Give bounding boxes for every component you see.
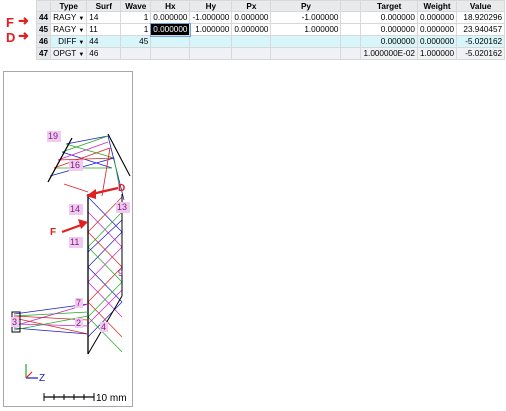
weight-cell[interactable]: 0.000000: [416, 35, 458, 48]
merit-table: Type Surf Wave Hx Hy Px Py Target Weight…: [35, 0, 506, 60]
surf-cell[interactable]: 44: [86, 35, 122, 48]
scale-label: 10 mm: [96, 393, 127, 404]
surface-label-13: 13: [117, 202, 127, 212]
col-type[interactable]: Type: [50, 0, 88, 12]
col-wave[interactable]: Wave: [120, 0, 152, 12]
col-surf[interactable]: Surf: [86, 0, 122, 12]
hx-cell-selected[interactable]: 0.000000: [149, 22, 191, 37]
dropdown-caret-icon[interactable]: ▼: [78, 28, 84, 34]
type-cell[interactable]: DIFF ▼: [50, 35, 88, 48]
hy-cell[interactable]: -1.000000: [189, 11, 233, 24]
surf-cell[interactable]: 11: [86, 23, 122, 36]
px-cell[interactable]: [231, 35, 272, 48]
row-number[interactable]: 46: [35, 35, 52, 48]
axis-z-label: Z: [39, 373, 45, 384]
blank-cell[interactable]: [340, 35, 362, 48]
col-target[interactable]: Target: [360, 0, 418, 12]
px-cell[interactable]: 0.000000: [231, 11, 272, 24]
weight-cell[interactable]: 0.000000: [416, 11, 458, 24]
hx-cell[interactable]: 0.000000: [150, 11, 191, 24]
hx-cell[interactable]: [150, 47, 191, 60]
hx-cell[interactable]: [150, 35, 191, 48]
value-cell: 18.920296: [456, 11, 506, 24]
type-cell[interactable]: RAGY ▼: [50, 11, 88, 24]
px-cell[interactable]: 0.000000: [231, 23, 272, 36]
surface-label-11: 11: [70, 237, 79, 247]
col-py[interactable]: Py: [270, 0, 342, 12]
px-cell[interactable]: [231, 47, 272, 60]
scale-bar: 10 mm: [43, 393, 127, 404]
d-arrow: D: [86, 183, 125, 199]
target-cell[interactable]: 0.000000: [360, 35, 418, 48]
wave-cell[interactable]: 1: [120, 23, 152, 36]
f-arrow: F: [50, 219, 88, 238]
merit-function-editor: Type Surf Wave Hx Hy Px Py Target Weight…: [0, 0, 506, 68]
header-row: Type Surf Wave Hx Hy Px Py Target Weight…: [35, 0, 506, 12]
hy-cell[interactable]: [189, 47, 233, 60]
blank-cell[interactable]: [340, 47, 362, 60]
col-blank[interactable]: [340, 0, 362, 12]
py-cell[interactable]: [270, 47, 342, 60]
type-cell[interactable]: RAGY ▼: [50, 23, 88, 36]
arrow-f-label: F: [50, 227, 56, 238]
surface-label-4: 4: [101, 322, 106, 332]
target-cell[interactable]: 0.000000: [360, 11, 418, 24]
upper-ray-bundle: [49, 135, 125, 201]
table-row[interactable]: 44 RAGY ▼ 14 1 0.000000 -1.000000 0.00000…: [35, 11, 506, 24]
col-px[interactable]: Px: [231, 0, 272, 12]
py-cell[interactable]: 1.000000: [270, 23, 342, 36]
table-row[interactable]: 47 OPGT ▼ 46 1.000000E-02 1.000000 -5.020…: [35, 47, 506, 60]
axis-triad: Z: [25, 364, 45, 384]
surface-label-3: 3: [12, 317, 17, 327]
surface-label-7: 7: [76, 298, 81, 308]
dropdown-caret-icon[interactable]: ▼: [78, 16, 84, 22]
arrow-d-label: D: [118, 183, 125, 194]
surface-label-16: 16: [70, 160, 80, 170]
upper-mirror-line: [107, 133, 131, 177]
type-cell[interactable]: OPGT ▼: [50, 47, 88, 60]
surface-label-2: 2: [76, 318, 81, 328]
col-value[interactable]: Value: [456, 0, 506, 12]
wave-cell[interactable]: [120, 47, 152, 60]
surface-labels: 19 16 14 13 11 9 7 2 3 4: [11, 131, 130, 332]
target-cell[interactable]: 1.000000E-02: [360, 47, 418, 60]
target-cell[interactable]: 0.000000: [360, 23, 418, 36]
value-cell: -5.020162: [456, 47, 506, 60]
wave-cell[interactable]: 1: [120, 11, 152, 24]
surface-label-9: 9: [118, 268, 123, 278]
weight-cell[interactable]: 1.000000: [416, 47, 458, 60]
row-number[interactable]: 45: [35, 23, 52, 36]
col-hx[interactable]: Hx: [150, 0, 191, 12]
col-weight[interactable]: Weight: [416, 0, 458, 12]
row-number[interactable]: 44: [35, 11, 52, 24]
blank-cell[interactable]: [340, 23, 362, 36]
surf-cell[interactable]: 46: [86, 47, 122, 60]
layout-drawing: D F 19 16 14 13 11 9 7 2 3 4 Z 10 mm: [11, 131, 131, 404]
surface-label-19: 19: [48, 131, 58, 141]
value-cell: 23.940457: [456, 23, 506, 36]
table-row[interactable]: 46 DIFF ▼ 44 45 0.000000 0.000000 -5.0201…: [35, 35, 506, 48]
py-cell[interactable]: -1.000000: [270, 11, 342, 24]
table-row[interactable]: 45 RAGY ▼ 11 1 0.000000 1.000000 0.000000…: [35, 22, 506, 37]
row-number[interactable]: 47: [35, 47, 52, 60]
corner-cell[interactable]: [35, 0, 52, 12]
surface-label-14: 14: [70, 204, 80, 214]
blank-cell[interactable]: [340, 11, 362, 24]
hy-cell[interactable]: 1.000000: [189, 23, 233, 36]
value-cell: -5.020162: [456, 35, 506, 48]
dropdown-caret-icon[interactable]: ▼: [78, 40, 84, 46]
py-cell[interactable]: [270, 35, 342, 48]
layout-viewer[interactable]: D F 19 16 14 13 11 9 7 2 3 4 Z 10 mm: [3, 71, 133, 407]
wave-cell[interactable]: 45: [120, 35, 152, 48]
weight-cell[interactable]: 0.000000: [416, 23, 458, 36]
hy-cell[interactable]: [189, 35, 233, 48]
dropdown-caret-icon[interactable]: ▼: [78, 52, 84, 58]
col-hy[interactable]: Hy: [189, 0, 233, 12]
surf-cell[interactable]: 14: [86, 11, 122, 24]
